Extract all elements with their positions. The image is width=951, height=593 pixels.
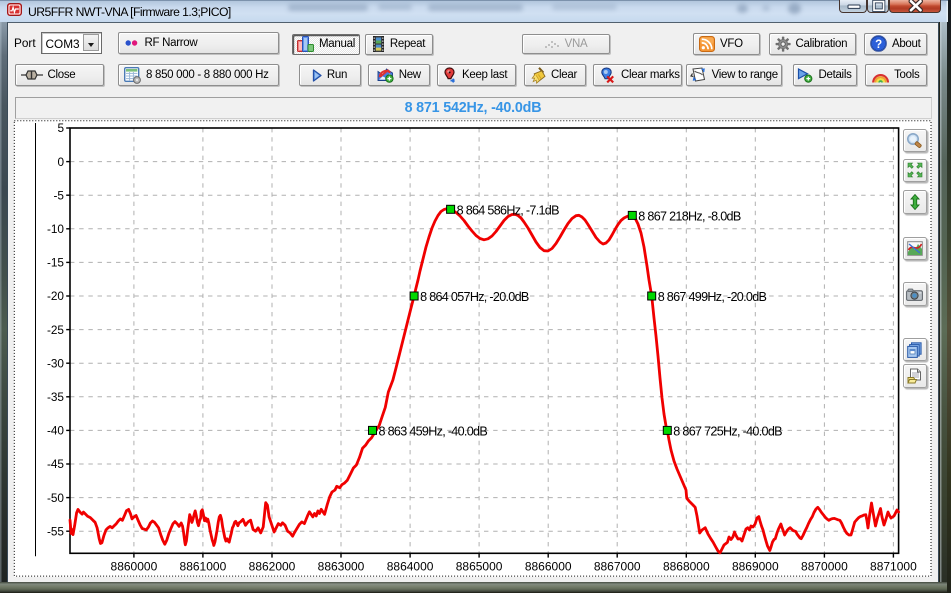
svg-text:8863000: 8863000 <box>318 560 365 574</box>
svg-text:-15: -15 <box>47 256 64 270</box>
svg-text:-40: -40 <box>47 424 64 438</box>
svg-text:-35: -35 <box>47 390 64 404</box>
svg-text:-55: -55 <box>47 524 64 538</box>
svg-text:-50: -50 <box>47 491 64 505</box>
svg-text:8 867 725Hz, -40.0dB: 8 867 725Hz, -40.0dB <box>673 425 782 439</box>
svg-text:-25: -25 <box>47 323 64 337</box>
svg-text:8871000: 8871000 <box>870 560 917 574</box>
svg-text:8870000: 8870000 <box>801 560 848 574</box>
svg-text:5: 5 <box>57 121 64 135</box>
svg-text:8 867 499Hz, -20.0dB: 8 867 499Hz, -20.0dB <box>658 290 767 304</box>
svg-text:8867000: 8867000 <box>594 560 641 574</box>
svg-text:0: 0 <box>57 155 64 169</box>
svg-text:-45: -45 <box>47 457 64 471</box>
svg-text:-30: -30 <box>47 356 64 370</box>
svg-text:8 864 586Hz, -7.1dB: 8 864 586Hz, -7.1dB <box>457 204 560 218</box>
svg-text:8866000: 8866000 <box>525 560 572 574</box>
svg-text:8862000: 8862000 <box>249 560 296 574</box>
svg-text:-5: -5 <box>54 188 65 202</box>
svg-text:8861000: 8861000 <box>180 560 227 574</box>
svg-text:8 864 057Hz, -20.0dB: 8 864 057Hz, -20.0dB <box>420 290 529 304</box>
svg-text:8868000: 8868000 <box>663 560 710 574</box>
svg-text:8 863 459Hz, -40.0dB: 8 863 459Hz, -40.0dB <box>379 425 488 439</box>
svg-text:8864000: 8864000 <box>387 560 434 574</box>
svg-text:8860000: 8860000 <box>111 560 158 574</box>
svg-text:8865000: 8865000 <box>456 560 503 574</box>
svg-text:-20: -20 <box>47 289 64 303</box>
svg-text:-10: -10 <box>47 222 64 236</box>
svg-text:8 867 218Hz, -8.0dB: 8 867 218Hz, -8.0dB <box>638 210 741 224</box>
svg-text:8869000: 8869000 <box>732 560 779 574</box>
